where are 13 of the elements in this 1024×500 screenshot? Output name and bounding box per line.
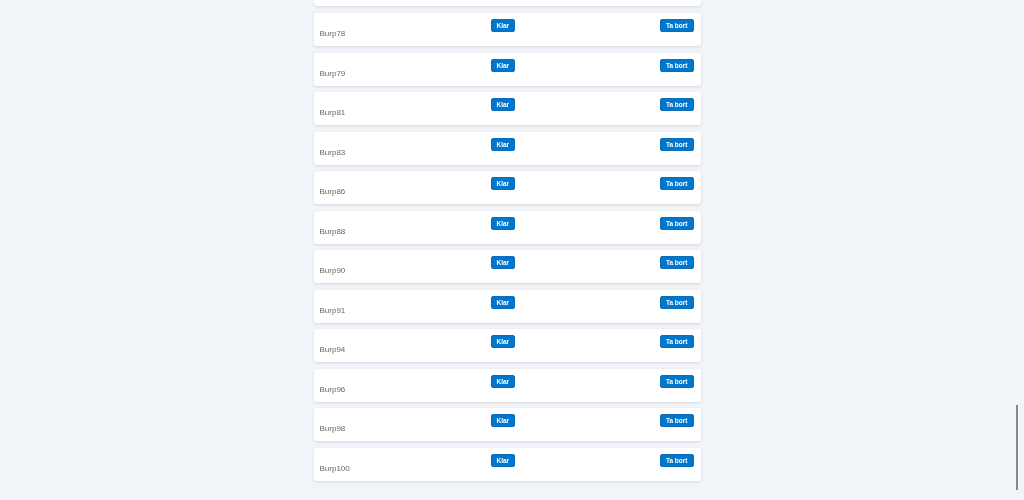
item-name: Burp94 xyxy=(319,344,347,356)
item-name: Burp86 xyxy=(319,186,347,198)
scrollbar-thumb[interactable] xyxy=(1016,405,1018,490)
item-name: Burp96 xyxy=(319,383,347,396)
item-name: Burp83 xyxy=(319,146,347,159)
item-name: Burp78 xyxy=(319,28,347,40)
item-name: Burp90 xyxy=(319,265,347,277)
item-name: Burp88 xyxy=(319,225,347,238)
item-name: Burp98 xyxy=(319,423,347,435)
item-name: Burp81 xyxy=(319,107,347,119)
item-name: Burp100 xyxy=(319,462,351,475)
item-name: Burp91 xyxy=(319,304,347,317)
item-name: Burp79 xyxy=(319,67,347,80)
